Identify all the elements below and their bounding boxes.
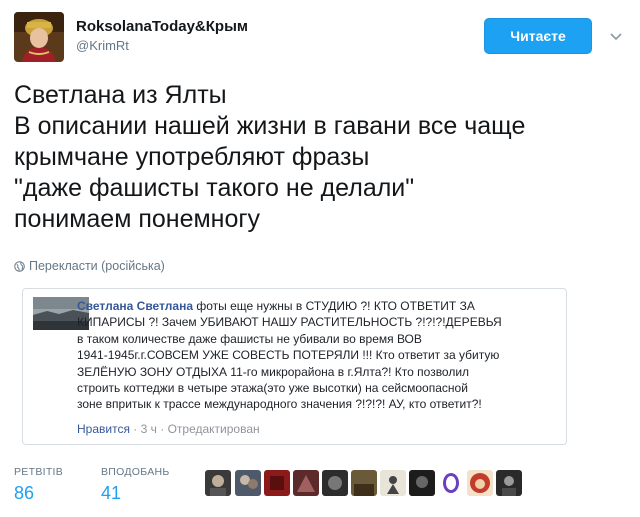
liker-avatar[interactable] <box>351 470 377 496</box>
comment-line: КИПАРИСЫ ?! Зачем УБИВАЮТ НАШУ РАСТИТЕЛЬ… <box>77 315 502 330</box>
tweet-line: крымчане употребляют фразы <box>14 143 370 171</box>
likes-stat[interactable]: ВПОДОБАНЬ 41 <box>101 466 170 504</box>
comment-line: ЗЕЛЁНУЮ ЗОНУ ОТДЫХА 11-го микрорайона в … <box>77 364 470 379</box>
following-button[interactable]: Читаєте <box>484 18 592 54</box>
comment-line: строить коттеджи в четыре этажа(это уже … <box>77 381 468 396</box>
retweets-count: 86 <box>14 483 35 503</box>
liker-avatar[interactable] <box>496 470 522 496</box>
user-handle[interactable]: @KrimRt <box>76 38 129 53</box>
comment-time: 3 ч <box>140 422 157 436</box>
comment-like-label: Нравится <box>77 422 130 436</box>
likes-count: 41 <box>101 483 122 503</box>
chevron-down-icon[interactable] <box>608 28 624 44</box>
translate-label: Перекласти (російська) <box>29 259 165 273</box>
liker-avatar[interactable] <box>205 470 231 496</box>
display-name[interactable]: RoksolanaToday&Крым <box>76 18 248 35</box>
avatar[interactable] <box>14 12 64 62</box>
comment-line: фоты еще нужны в СТУДИЮ ?! КТО ОТВЕТИТ З… <box>193 299 475 313</box>
globe-icon <box>14 260 25 272</box>
embedded-image[interactable]: Светлана Светлана фоты еще нужны в СТУДИ… <box>22 288 567 445</box>
liker-avatar[interactable] <box>235 470 261 496</box>
retweets-stat[interactable]: РЕТВІТІВ 86 <box>14 466 63 504</box>
tweet-line: понимаем понемногу <box>14 205 261 233</box>
liker-avatar[interactable] <box>438 470 464 496</box>
liker-avatar[interactable] <box>264 470 290 496</box>
liker-avatar[interactable] <box>467 470 493 496</box>
liker-avatar[interactable] <box>380 470 406 496</box>
comment-edited: Отредактирован <box>167 422 260 436</box>
likes-label: ВПОДОБАНЬ <box>101 466 170 478</box>
comment-line: в таком количестве даже фашисты не убива… <box>77 331 422 346</box>
tweet-line: В описании нашей жизни в гавани все чаще <box>14 112 526 140</box>
liker-avatar[interactable] <box>293 470 319 496</box>
comment-author: Светлана Светлана <box>77 299 194 313</box>
tweet-text: Светлана из Ялты В описании нашей жизни … <box>14 80 626 235</box>
liker-avatar[interactable] <box>322 470 348 496</box>
retweets-label: РЕТВІТІВ <box>14 466 64 478</box>
comment-line: зоне впритык к трассе международного зна… <box>77 397 482 412</box>
liker-avatar[interactable] <box>409 470 435 496</box>
comment-text: Светлана Светлана фоты еще нужны в СТУДИ… <box>77 298 562 413</box>
comment-meta: Нравится · 3 ч · Отредактирован <box>77 422 260 436</box>
comment-line: 1941-1945г.г.СОВСЕМ УЖЕ СОВЕСТЬ ПОТЕРЯЛИ… <box>77 348 500 363</box>
translate-link[interactable]: Перекласти (російська) <box>14 259 165 273</box>
tweet-line: "даже фашисты такого не делали" <box>14 174 415 202</box>
tweet-line: Светлана из Ялты <box>14 81 227 109</box>
